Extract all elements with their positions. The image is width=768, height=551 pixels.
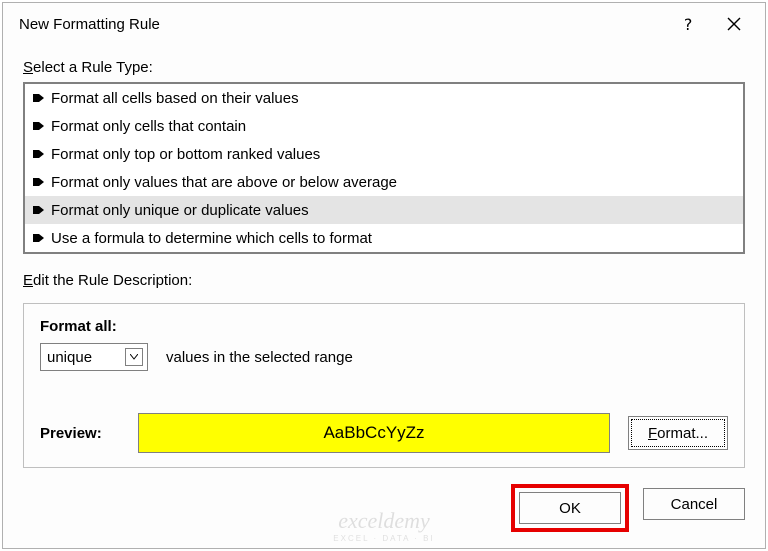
rule-type-item[interactable]: Format only unique or duplicate values xyxy=(25,196,743,224)
select-rule-type-label: Select a Rule Type: xyxy=(23,59,745,76)
rule-bullet-icon xyxy=(33,234,45,242)
rule-description-box: Format all: unique values in the selecte… xyxy=(23,303,745,468)
ok-button[interactable]: OK xyxy=(519,492,621,524)
rule-type-list[interactable]: Format all cells based on their values Fo… xyxy=(23,82,745,254)
close-icon xyxy=(727,17,741,31)
edit-rule-description-label: Edit the Rule Description: xyxy=(23,272,745,289)
rule-type-label: Format only values that are above or bel… xyxy=(51,174,397,191)
rule-type-label: Format only unique or duplicate values xyxy=(51,202,309,219)
help-button[interactable]: ? xyxy=(665,4,711,44)
rule-type-label: Format only top or bottom ranked values xyxy=(51,146,320,163)
preview-label: Preview: xyxy=(40,425,120,442)
cancel-button[interactable]: Cancel xyxy=(643,488,745,520)
rule-bullet-icon xyxy=(33,94,45,102)
dialog-footer: OK Cancel xyxy=(3,484,765,548)
close-button[interactable] xyxy=(711,4,757,44)
dialog-title: New Formatting Rule xyxy=(19,16,665,33)
ok-annotation-box: OK xyxy=(511,484,629,532)
format-button[interactable]: Format... xyxy=(628,416,728,450)
combo-suffix-text: values in the selected range xyxy=(166,349,353,366)
combo-value: unique xyxy=(47,349,125,366)
rule-type-item[interactable]: Format only cells that contain xyxy=(25,112,743,140)
dialog-content: Select a Rule Type: Format all cells bas… xyxy=(3,45,765,484)
preview-sample: AaBbCcYyZz xyxy=(138,413,610,453)
rule-type-item[interactable]: Use a formula to determine which cells t… xyxy=(25,224,743,252)
new-formatting-rule-dialog: New Formatting Rule ? Select a Rule Type… xyxy=(2,2,766,549)
titlebar: New Formatting Rule ? xyxy=(3,3,765,45)
rule-type-item[interactable]: Format all cells based on their values xyxy=(25,84,743,112)
rule-bullet-icon xyxy=(33,150,45,158)
rule-bullet-icon xyxy=(33,122,45,130)
rule-bullet-icon xyxy=(33,178,45,186)
rule-bullet-icon xyxy=(33,206,45,214)
chevron-down-icon xyxy=(125,348,143,366)
format-all-combo[interactable]: unique xyxy=(40,343,148,371)
rule-type-label: Use a formula to determine which cells t… xyxy=(51,230,372,247)
rule-type-item[interactable]: Format only values that are above or bel… xyxy=(25,168,743,196)
rule-type-label: Format all cells based on their values xyxy=(51,90,299,107)
rule-type-item[interactable]: Format only top or bottom ranked values xyxy=(25,140,743,168)
format-all-label: Format all: xyxy=(40,318,728,335)
rule-type-label: Format only cells that contain xyxy=(51,118,246,135)
